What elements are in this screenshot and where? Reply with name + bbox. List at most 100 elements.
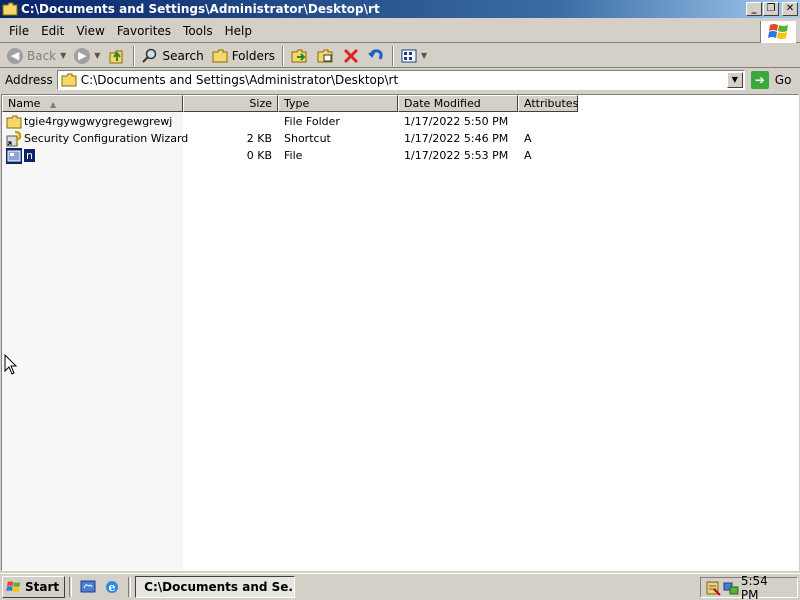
taskbar-window-button[interactable]: C:\Documents and Se...: [135, 576, 296, 598]
file-icon: [6, 147, 22, 164]
go-label: Go: [774, 73, 792, 87]
toolbar-separator: [133, 45, 136, 66]
back-label: Back: [27, 48, 57, 63]
toolbar-separator: [282, 45, 285, 66]
undo-icon: [368, 48, 383, 60]
sorted-column-highlight: [2, 95, 183, 570]
copy-to-button[interactable]: [313, 45, 339, 67]
menu-view[interactable]: View: [70, 24, 110, 38]
svg-text:e: e: [109, 581, 116, 594]
delete-icon: [343, 48, 359, 63]
column-header-date[interactable]: Date Modified: [398, 95, 518, 112]
show-desktop-icon[interactable]: [79, 578, 97, 596]
toolbar-separator: [392, 45, 395, 66]
file-type: Shortcut: [284, 132, 331, 145]
search-icon: [142, 48, 157, 63]
address-dropdown-button[interactable]: ▼: [726, 72, 743, 88]
column-date-label: Date Modified: [404, 97, 481, 110]
address-label: Address: [5, 73, 53, 87]
column-name-label: Name: [8, 97, 41, 110]
file-name-cell: n: [6, 147, 36, 164]
column-size-label: Size: [249, 97, 272, 110]
quick-launch-separator: [128, 577, 132, 597]
file-name: Security Configuration Wizard: [24, 132, 189, 145]
folder-icon: [6, 115, 22, 128]
column-headers: Name ▲ Size Type Date Modified Attribute…: [2, 95, 578, 112]
menu-favorites[interactable]: Favorites: [111, 24, 177, 38]
forward-button[interactable]: ▶ ▼: [70, 45, 104, 67]
clock[interactable]: 5:54 PM: [741, 574, 789, 600]
address-value: C:\Documents and Settings\Administrator\…: [80, 73, 399, 87]
file-attributes: A: [524, 149, 532, 162]
copy-to-icon: [317, 49, 333, 62]
mouse-cursor-icon: [4, 354, 18, 375]
go-button[interactable]: ➔ Go: [750, 71, 792, 89]
menu-help[interactable]: Help: [219, 24, 258, 38]
folder-icon: [2, 2, 18, 16]
move-to-icon: [291, 49, 307, 62]
menu-edit[interactable]: Edit: [35, 24, 70, 38]
search-label: Search: [162, 48, 204, 63]
file-size: 0 KB: [246, 149, 272, 162]
file-name: n: [23, 148, 36, 163]
file-date: 1/17/2022 5:50 PM: [404, 115, 509, 128]
file-name-cell: tgie4rgywgwygregewgrewj: [6, 113, 172, 130]
address-input[interactable]: C:\Documents and Settings\Administrator\…: [56, 70, 745, 90]
column-header-size[interactable]: Size: [183, 95, 278, 112]
column-attributes-label: Attributes: [524, 97, 579, 110]
file-date: 1/17/2022 5:53 PM: [404, 149, 509, 162]
file-name-cell: Security Configuration Wizard: [6, 130, 188, 147]
back-button[interactable]: ◀ Back ▼: [3, 45, 70, 67]
up-folder-button[interactable]: [104, 45, 130, 67]
folders-button[interactable]: Folders: [208, 45, 279, 67]
windows-logo-icon: [6, 581, 21, 592]
chevron-down-icon: ▼: [94, 51, 101, 60]
undo-button[interactable]: [363, 45, 389, 67]
column-type-label: Type: [284, 97, 310, 110]
move-to-button[interactable]: [287, 45, 313, 67]
back-arrow-icon: ◀: [7, 47, 23, 64]
menu-bar: File Edit View Favorites Tools Help: [0, 20, 800, 43]
file-row-selected[interactable]: n 0 KB File 1/17/2022 5:53 PM A: [2, 147, 602, 164]
file-type: File: [284, 149, 303, 162]
up-folder-icon: [109, 50, 123, 63]
views-button[interactable]: ▼: [397, 45, 431, 67]
file-date: 1/17/2022 5:46 PM: [404, 132, 509, 145]
menu-tools[interactable]: Tools: [177, 24, 219, 38]
menu-file[interactable]: File: [3, 24, 35, 38]
folder-icon: [61, 73, 77, 87]
system-tray: 5:54 PM: [700, 574, 798, 600]
file-list-view[interactable]: Name ▲ Size Type Date Modified Attribute…: [1, 94, 799, 571]
quick-launch-separator: [69, 577, 73, 597]
views-icon: [401, 49, 417, 62]
address-bar: Address C:\Documents and Settings\Admini…: [0, 69, 800, 91]
file-row[interactable]: Security Configuration Wizard 2 KB Short…: [2, 130, 602, 147]
close-button[interactable]: ✕: [782, 2, 798, 16]
search-button[interactable]: Search: [138, 45, 207, 67]
column-header-attributes[interactable]: Attributes: [518, 95, 578, 112]
taskbar: Start e C:\Documents and Se... 5:54 PM: [0, 573, 800, 600]
security-tray-icon[interactable]: [705, 580, 721, 596]
shortcut-icon: [6, 130, 22, 146]
start-button[interactable]: Start: [2, 576, 66, 598]
file-name: tgie4rgywgwygregewgrewj: [24, 115, 173, 128]
chevron-down-icon: ▼: [421, 51, 428, 60]
folders-icon: [212, 49, 228, 62]
restore-button[interactable]: ❐: [763, 2, 779, 16]
title-bar[interactable]: C:\Documents and Settings\Administrator\…: [0, 0, 800, 18]
column-header-type[interactable]: Type: [278, 95, 398, 112]
windows-logo-icon: [760, 21, 796, 43]
forward-arrow-icon: ▶: [74, 47, 91, 64]
chevron-down-icon: ▼: [60, 51, 67, 60]
internet-explorer-icon[interactable]: e: [103, 578, 121, 596]
column-header-name[interactable]: Name ▲: [2, 95, 183, 112]
file-row[interactable]: tgie4rgywgwygregewgrewj File Folder 1/17…: [2, 113, 602, 130]
standard-toolbar: ◀ Back ▼ ▶ ▼ Search Folders ▼: [0, 44, 800, 68]
start-label: Start: [25, 580, 60, 594]
network-tray-icon[interactable]: [723, 580, 739, 596]
folders-label: Folders: [231, 48, 276, 63]
go-arrow-icon: ➔: [750, 71, 769, 89]
file-size: 2 KB: [246, 132, 272, 145]
delete-button[interactable]: [339, 45, 363, 67]
minimize-button[interactable]: _: [746, 2, 762, 16]
